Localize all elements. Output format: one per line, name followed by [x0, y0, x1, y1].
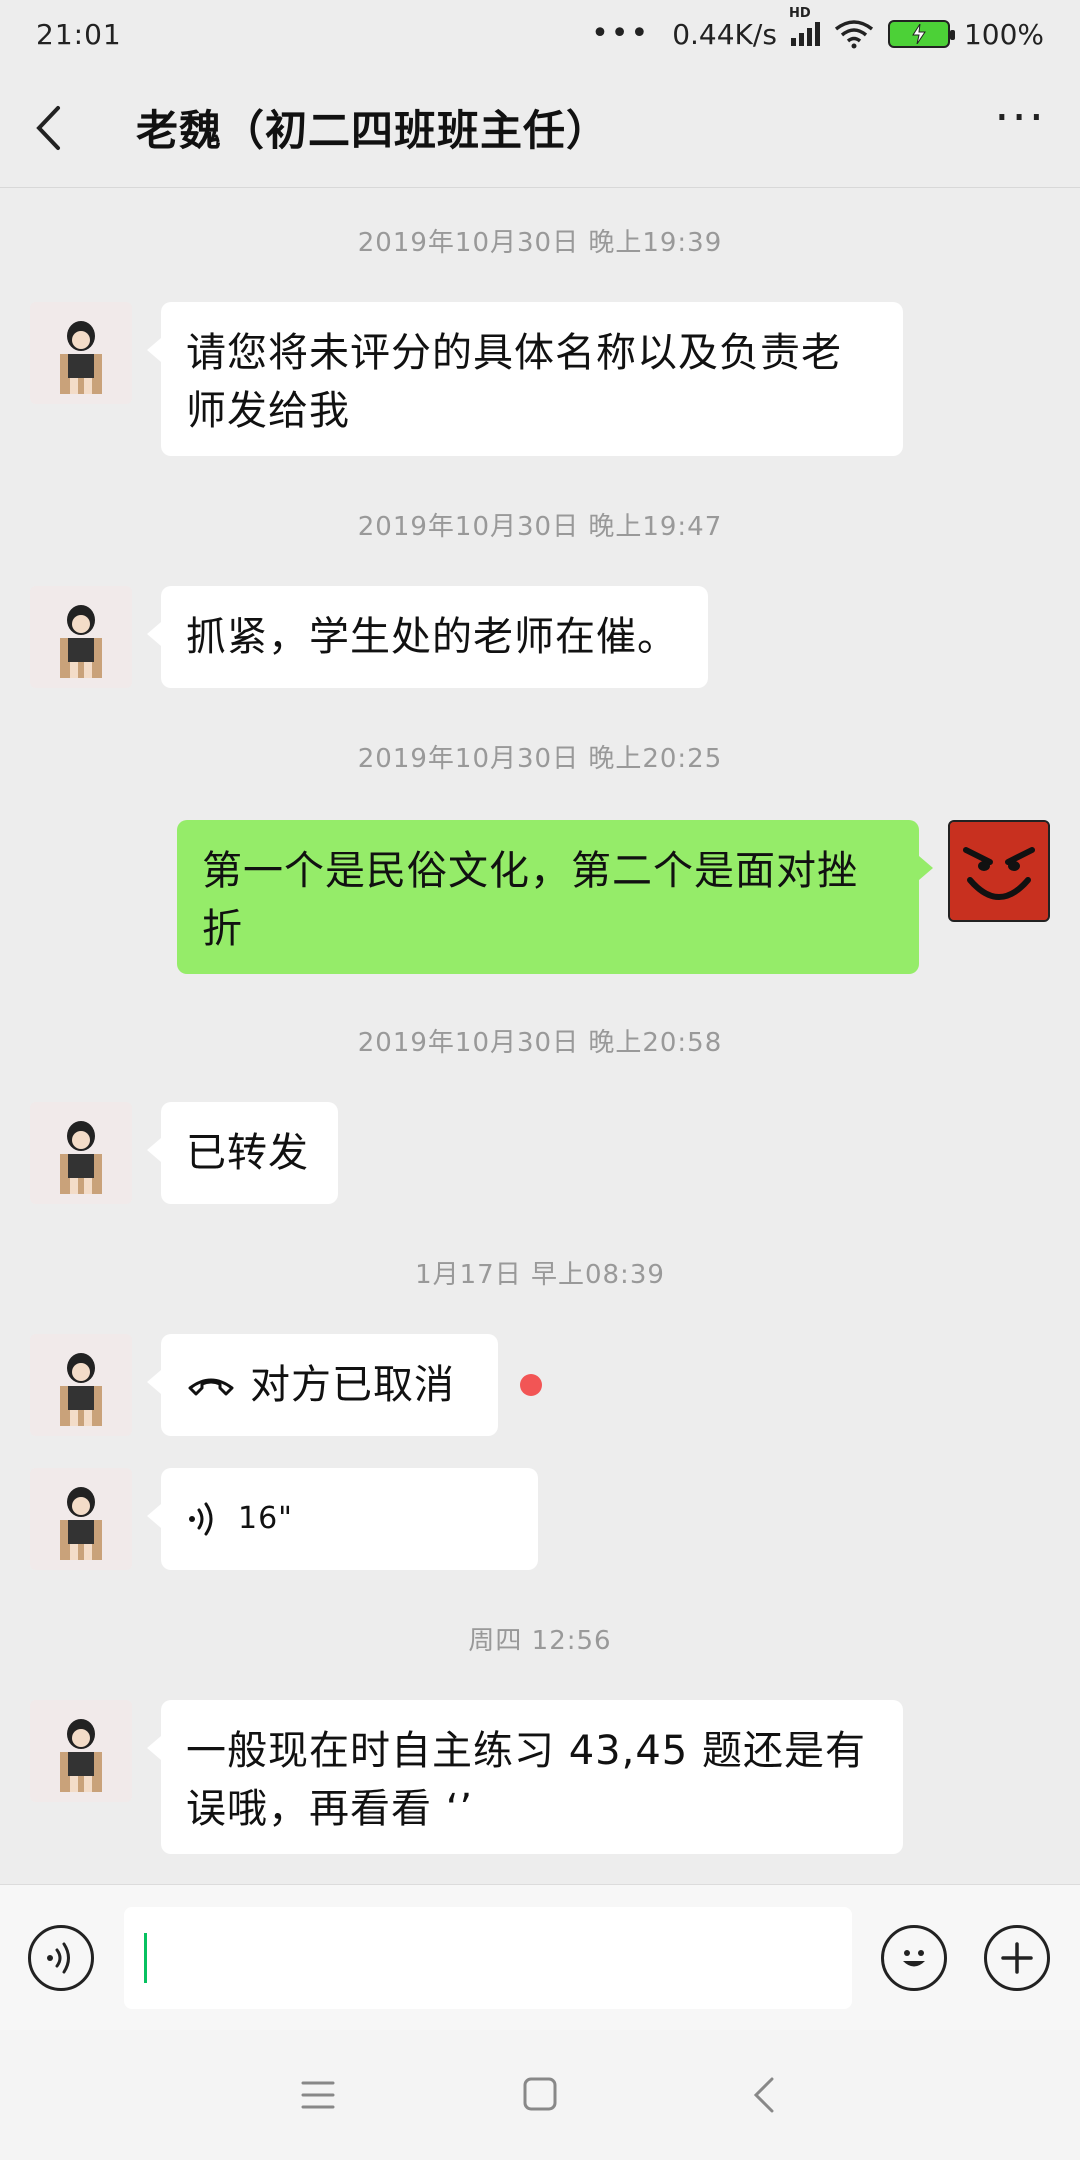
- timestamp: 2019年10月30日 晚上19:39: [357, 228, 723, 258]
- timestamp: 2019年10月30日 晚上20:58: [357, 1028, 723, 1058]
- message-bubble[interactable]: 抓紧，学生处的老师在催。: [147, 586, 708, 688]
- message-bubble-self[interactable]: 第一个是民俗文化，第二个是面对挫折: [177, 820, 933, 974]
- chevron-left-icon: [36, 105, 60, 150]
- message-list[interactable]: 2019年10月30日 晚上19:39 请您将未评分的具体名称以及负责老师发给我…: [0, 188, 1080, 1884]
- timestamp: 1月17日 早上08:39: [415, 1260, 665, 1290]
- input-bar: [0, 1884, 1080, 2031]
- avatar-girl-chair-icon: [30, 1468, 132, 1570]
- message-text: 已转发: [186, 1130, 309, 1176]
- avatar[interactable]: [30, 1700, 132, 1802]
- home-icon[interactable]: [522, 2076, 558, 2112]
- timestamp: 2019年10月30日 晚上20:25: [357, 744, 723, 774]
- battery-level: 100%: [963, 17, 1044, 51]
- avatar[interactable]: [30, 586, 132, 688]
- avatar-girl-chair-icon: [30, 1334, 132, 1436]
- add-button[interactable]: [984, 1925, 1050, 1991]
- emoji-icon: [903, 1950, 925, 1967]
- more-button[interactable]: ···: [994, 94, 1046, 162]
- emoji-button[interactable]: [881, 1925, 947, 1991]
- devil-smile-icon: [950, 822, 1048, 920]
- wifi-icon: [834, 20, 874, 49]
- call-message-bubble[interactable]: 对方已取消: [147, 1334, 498, 1436]
- avatar[interactable]: [30, 1468, 132, 1570]
- back-button[interactable]: [34, 88, 94, 168]
- avatar[interactable]: [30, 1102, 132, 1204]
- avatar-girl-chair-icon: [30, 1700, 132, 1802]
- avatar[interactable]: [30, 1334, 132, 1436]
- self-avatar[interactable]: [948, 820, 1050, 922]
- message-bubble[interactable]: 请您将未评分的具体名称以及负责老师发给我: [147, 302, 903, 456]
- hang-up-phone-icon: [188, 1378, 234, 1396]
- message-text: 抓紧，学生处的老师在催。: [186, 614, 678, 660]
- avatar-girl-chair-icon: [30, 302, 132, 404]
- more-icon: ···: [994, 89, 1046, 146]
- signal-icon: HD: [789, 6, 820, 46]
- avatar[interactable]: [30, 302, 132, 404]
- signal-label: HD: [788, 6, 811, 21]
- message-text: 请您将未评分的具体名称以及负责老师发给我: [186, 330, 842, 434]
- timestamp: 2019年10月30日 晚上19:47: [357, 512, 723, 542]
- voice-button[interactable]: [28, 1925, 94, 1991]
- message-text: 对方已取消: [250, 1362, 455, 1408]
- text-cursor: [144, 1933, 147, 1983]
- timestamp: 周四 12:56: [468, 1626, 612, 1656]
- status-icons: ••• 0.44K/s HD 100%: [591, 6, 1044, 51]
- voice-icon: [47, 1942, 70, 1974]
- battery-icon: [887, 20, 955, 48]
- chat-header: 老魏（初二四班班主任） ···: [0, 68, 1080, 188]
- avatar-girl-chair-icon: [30, 586, 132, 688]
- system-nav-bar: [0, 2030, 1080, 2160]
- menu-icon[interactable]: [300, 2078, 336, 2112]
- voice-message-bubble[interactable]: 16": [147, 1468, 538, 1570]
- message-bubble[interactable]: 一般现在时自主练习 43,45 题还是有误哦，再看看 ‘’: [147, 1700, 903, 1854]
- message-input[interactable]: [124, 1907, 852, 2009]
- voice-wave-icon: [189, 1502, 213, 1536]
- avatar-girl-chair-icon: [30, 1102, 132, 1204]
- net-speed: 0.44K/s: [672, 17, 777, 51]
- voice-duration: 16": [238, 1501, 293, 1536]
- status-bar: 21:01 ••• 0.44K/s HD 100%: [0, 0, 1080, 68]
- message-bubble[interactable]: 已转发: [147, 1102, 338, 1204]
- chat-title: 老魏（初二四班班主任）: [136, 106, 610, 155]
- message-text: 一般现在时自主练习 43,45 题还是有误哦，再看看 ‘’: [186, 1728, 866, 1832]
- back-nav-icon[interactable]: [752, 2076, 776, 2114]
- unread-dot: [520, 1374, 542, 1396]
- status-time: 21:01: [36, 17, 122, 51]
- message-text: 第一个是民俗文化，第二个是面对挫折: [202, 848, 858, 952]
- notification-dots-icon: •••: [591, 16, 651, 51]
- add-icon: [1001, 1942, 1033, 1974]
